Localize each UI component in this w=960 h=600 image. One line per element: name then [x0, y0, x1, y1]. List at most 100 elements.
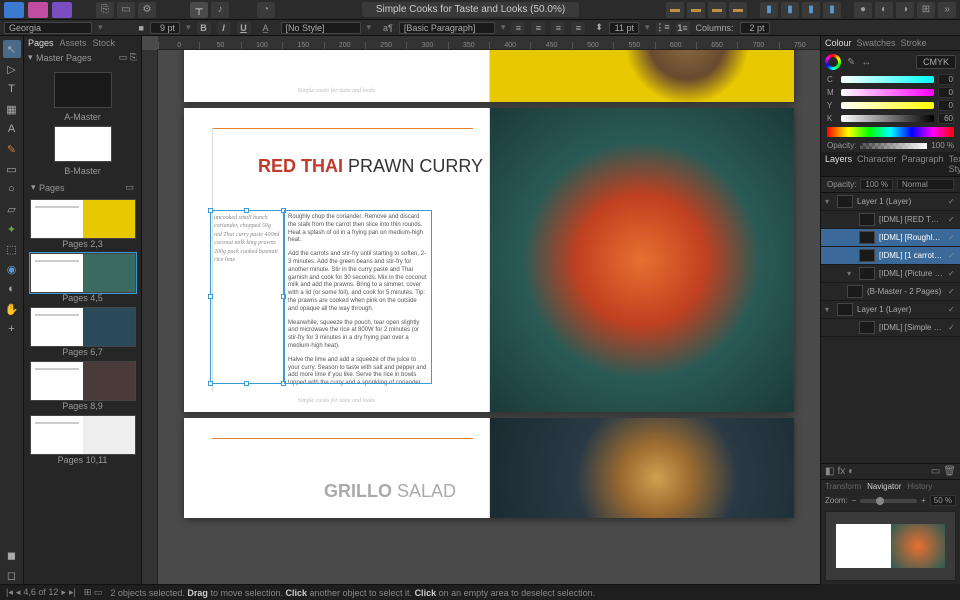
frame-text-tool[interactable]: T: [3, 80, 21, 98]
para-style-select[interactable]: [399, 22, 495, 34]
yellow-slider[interactable]: [841, 102, 934, 109]
next-page-button[interactable]: ▸: [61, 587, 66, 598]
ellipse-tool[interactable]: ○: [3, 180, 21, 198]
preferences-button[interactable]: ⚙: [138, 2, 156, 18]
layer-item[interactable]: [IDML] [RED THAI PRAWN C…✓: [821, 211, 960, 229]
layer-delete-button[interactable]: 🗑: [943, 466, 956, 477]
font-size-input[interactable]: [150, 22, 180, 34]
layer-item[interactable]: [IDML] [Roughly chop the c…✓: [821, 229, 960, 247]
tab-history[interactable]: History: [907, 482, 932, 491]
layer-item[interactable]: ▾Layer 1 (Layer)✓: [821, 301, 960, 319]
tab-pages[interactable]: Pages: [28, 38, 54, 48]
preflight-button[interactable]: ♪: [211, 2, 229, 18]
number-list-button[interactable]: 1≡: [676, 22, 690, 34]
persona-photo-icon[interactable]: [28, 2, 48, 18]
snapping-button[interactable]: ⊞: [917, 2, 935, 18]
bold-button[interactable]: B: [197, 22, 211, 34]
align-center-button[interactable]: ▮: [781, 2, 799, 18]
rectangle-tool[interactable]: ▭: [3, 160, 21, 178]
tab-swatches[interactable]: Swatches: [857, 38, 896, 48]
table-tool[interactable]: ▦: [3, 100, 21, 118]
insert-table-button[interactable]: ◐: [875, 2, 893, 18]
opacity-slider[interactable]: [860, 143, 927, 149]
spectrum-picker[interactable]: [827, 127, 954, 137]
canvas[interactable]: 0501001502002503003504004505005506006507…: [142, 36, 820, 584]
persona-publisher-icon[interactable]: [52, 2, 72, 18]
bullet-list-button[interactable]: ⋮≡: [656, 22, 670, 34]
preview-mode-button[interactable]: ◔: [257, 2, 275, 18]
move-tool[interactable]: ↖: [3, 40, 21, 58]
spread-2-3-thumb[interactable]: [30, 199, 136, 239]
align-right-button[interactable]: ▮: [802, 2, 820, 18]
node-tool[interactable]: ▷: [3, 60, 21, 78]
font-family-select[interactable]: [4, 22, 92, 34]
arrange-forward-button[interactable]: ▬: [708, 2, 726, 18]
underline-button[interactable]: U: [237, 22, 251, 34]
char-style-select[interactable]: [281, 22, 361, 34]
insert-shape-button[interactable]: ●: [854, 2, 872, 18]
colour-wheel-icon[interactable]: [825, 54, 841, 70]
layer-item[interactable]: (B-Master - 2 Pages)✓: [821, 283, 960, 301]
prev-page-button[interactable]: ◂: [16, 587, 21, 598]
vector-crop-tool[interactable]: ⬚: [3, 240, 21, 258]
fill-tool[interactable]: ◉: [3, 260, 21, 278]
tab-colour[interactable]: Colour: [825, 38, 852, 48]
selection-frame-2[interactable]: [284, 210, 432, 384]
file-open-button[interactable]: ⎘: [96, 2, 114, 18]
customise-button[interactable]: »: [938, 2, 956, 18]
view-mode-button[interactable]: ⊞ ▭: [84, 587, 103, 598]
insert-symbol-button[interactable]: ◑: [896, 2, 914, 18]
tab-paragraph[interactable]: Paragraph: [902, 154, 944, 174]
tab-transform[interactable]: Transform: [825, 482, 861, 491]
cyan-slider[interactable]: [841, 76, 934, 83]
last-page-button[interactable]: ▸|: [69, 587, 76, 598]
magenta-slider[interactable]: [841, 89, 934, 96]
persona-designer-icon[interactable]: [4, 2, 24, 18]
add-master-button[interactable]: ▭ ⎘: [119, 52, 137, 63]
black-slider[interactable]: [841, 115, 934, 122]
tab-navigator[interactable]: Navigator: [867, 482, 901, 491]
selection-frame-1[interactable]: [210, 210, 284, 384]
blend-mode-select[interactable]: Normal: [897, 179, 954, 190]
zoom-in-button[interactable]: +: [921, 496, 926, 505]
master-a-thumb[interactable]: [54, 72, 112, 108]
arrange-back-button[interactable]: ▬: [666, 2, 684, 18]
layer-item[interactable]: [IDML] [Simple cooks for …✓: [821, 319, 960, 337]
tab-stock[interactable]: Stock: [93, 38, 116, 48]
pen-tool[interactable]: ✎: [3, 140, 21, 158]
layer-item[interactable]: ▾[IDML] (Picture Frame)✓: [821, 265, 960, 283]
fill-swatch[interactable]: ◼: [3, 546, 21, 564]
spread-8-9-thumb[interactable]: [30, 361, 136, 401]
zoom-out-button[interactable]: −: [852, 496, 857, 505]
picture-frame-tool[interactable]: ▱: [3, 200, 21, 218]
zoom-slider[interactable]: [860, 499, 917, 503]
artistic-text-tool[interactable]: A: [3, 120, 21, 138]
first-page-button[interactable]: |◂: [6, 587, 13, 598]
stroke-swatch[interactable]: ◻: [3, 566, 21, 584]
layer-fx-button[interactable]: fx: [837, 466, 845, 477]
tab-text-styles[interactable]: Text Styles: [949, 154, 960, 174]
tab-layers[interactable]: Layers: [825, 154, 852, 174]
arrange-front-button[interactable]: ▬: [729, 2, 747, 18]
leading-input[interactable]: [609, 22, 639, 34]
add-page-button[interactable]: ▭: [125, 182, 134, 193]
align-center-text-button[interactable]: ≡: [531, 22, 545, 34]
columns-input[interactable]: [740, 22, 770, 34]
spread-6-7-thumb[interactable]: [30, 307, 136, 347]
align-top-button[interactable]: ▮: [823, 2, 841, 18]
place-image-tool[interactable]: ✦: [3, 220, 21, 238]
layer-mask-button[interactable]: ◧: [825, 466, 834, 477]
layer-add-button[interactable]: ▭: [931, 466, 940, 477]
zoom-tool[interactable]: +: [3, 320, 21, 338]
layer-adjust-button[interactable]: ◐: [848, 466, 854, 477]
transparency-tool[interactable]: ◐: [3, 280, 21, 298]
document-setup-button[interactable]: ▭: [117, 2, 135, 18]
italic-button[interactable]: I: [217, 22, 231, 34]
align-left-button[interactable]: ▮: [760, 2, 778, 18]
layer-item[interactable]: [IDML] [1 carrot, sliced 1…✓: [821, 247, 960, 265]
spread-10-11-thumb[interactable]: [30, 415, 136, 455]
arrange-backward-button[interactable]: ▬: [687, 2, 705, 18]
color-picker-tool[interactable]: ✋: [3, 300, 21, 318]
tab-assets[interactable]: Assets: [60, 38, 87, 48]
spread-4-5-thumb[interactable]: [30, 253, 136, 293]
